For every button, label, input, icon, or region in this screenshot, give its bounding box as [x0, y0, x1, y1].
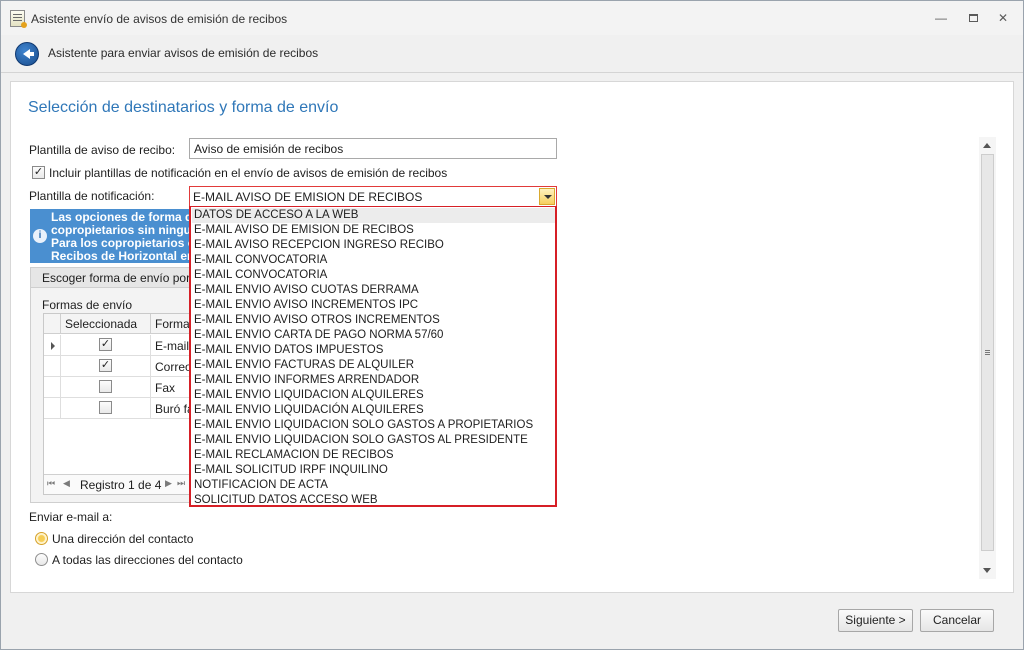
selection-cell: ✓ — [61, 356, 151, 377]
dropdown-option[interactable]: E-MAIL ENVIO LIQUIDACION ALQUILERES — [192, 388, 555, 403]
dropdown-option[interactable]: E-MAIL ENVIO LIQUIDACION SOLO GASTOS AL … — [192, 433, 555, 448]
group-header: Escoger forma de envío por de — [31, 268, 189, 288]
dropdown-option[interactable]: E-MAIL AVISO RECEPCION INGRESO RECIBO — [192, 238, 555, 253]
column-header-forma[interactable]: Forma d — [151, 314, 190, 334]
back-arrow-icon[interactable] — [15, 42, 39, 66]
wizard-header: Asistente para enviar avisos de emisión … — [1, 35, 1023, 73]
next-record-icon[interactable]: ▶ — [165, 478, 172, 489]
enviar-email-label: Enviar e-mail a: — [29, 510, 113, 524]
plantilla-aviso-input[interactable]: Aviso de emisión de recibos — [189, 138, 557, 159]
row-indicator — [44, 356, 61, 377]
minimize-button[interactable]: — — [932, 9, 950, 27]
row-selected-checkbox[interactable]: ✓ — [99, 359, 112, 372]
selection-cell: ✓ — [61, 377, 151, 398]
table-row[interactable]: ✓ E-mail — [44, 335, 190, 356]
info-line: Para los copropietarios c — [51, 236, 190, 250]
dropdown-option[interactable]: E-MAIL ENVIO AVISO INCREMENTOS IPC — [192, 298, 555, 313]
incluir-plantillas-label: Incluir plantillas de notificación en el… — [49, 166, 448, 180]
radio-todas-direcciones-label: A todas las direcciones del contacto — [52, 553, 243, 567]
grid-indicator-header — [44, 314, 61, 334]
wizard-page: Selección de destinatarios y forma de en… — [10, 81, 1014, 593]
plantilla-dropdown-list: DATOS DE ACCESO A LA WEB E-MAIL AVISO DE … — [189, 206, 557, 507]
column-header-seleccionada[interactable]: Seleccionada — [61, 314, 151, 334]
dropdown-option[interactable]: E-MAIL CONVOCATORIA — [192, 268, 555, 283]
wizard-title: Asistente para enviar avisos de emisión … — [48, 46, 319, 60]
first-record-icon[interactable]: ⏮ — [47, 478, 55, 489]
radio-todas-direcciones[interactable] — [35, 553, 48, 566]
info-icon: i — [33, 229, 47, 243]
row-indicator-icon — [44, 335, 61, 356]
table-row[interactable]: ✓ Correo — [44, 356, 190, 377]
dropdown-option[interactable]: E-MAIL ENVIO LIQUIDACIÓN ALQUILERES — [192, 403, 555, 418]
info-line: Recibos de Horizontal en — [51, 249, 190, 263]
maximize-icon — [968, 14, 978, 22]
dropdown-option[interactable]: E-MAIL ENVIO DATOS IMPUESTOS — [192, 343, 555, 358]
grid-header-row: Seleccionada Forma d — [44, 314, 190, 334]
dropdown-option[interactable]: DATOS DE ACCESO A LA WEB — [192, 208, 555, 223]
last-record-icon[interactable]: ⏭ — [177, 478, 185, 489]
dropdown-option[interactable]: NOTIFICACION DE ACTA — [192, 478, 555, 493]
group-header-label: Escoger forma de envío por de — [42, 271, 190, 285]
dropdown-option[interactable]: E-MAIL AVISO DE EMISION DE RECIBOS — [192, 223, 555, 238]
cancel-button[interactable]: Cancelar — [920, 609, 994, 632]
column-header-label: Forma d — [155, 317, 190, 331]
column-header-label: Seleccionada — [65, 317, 138, 331]
window-title: Asistente envío de avisos de emisión de … — [31, 12, 288, 26]
maximize-button[interactable] — [964, 9, 982, 27]
row-selected-checkbox[interactable]: ✓ — [99, 380, 112, 393]
dropdown-option[interactable]: E-MAIL RECLAMACION DE RECIBOS — [192, 448, 555, 463]
dropdown-option[interactable]: E-MAIL ENVIO LIQUIDACION SOLO GASTOS A P… — [192, 418, 555, 433]
dropdown-option[interactable]: E-MAIL ENVIO FACTURAS DE ALQUILER — [192, 358, 555, 373]
plantilla-notificacion-combo[interactable]: E-MAIL AVISO DE EMISION DE RECIBOS — [189, 186, 557, 207]
row-indicator — [44, 377, 61, 398]
plantilla-aviso-label: Plantilla de aviso de recibo: — [29, 143, 176, 157]
forma-envio-name: E-mail — [155, 339, 190, 353]
selection-cell: ✓ — [61, 335, 151, 356]
scroll-up-icon[interactable] — [979, 137, 996, 154]
close-button[interactable]: ✕ — [994, 9, 1012, 27]
selection-cell: ✓ — [61, 398, 151, 419]
dropdown-option[interactable]: E-MAIL ENVIO INFORMES ARRENDADOR — [192, 373, 555, 388]
incluir-plantillas-checkbox[interactable]: ✓ — [32, 166, 45, 179]
forma-envio-name: Correo — [155, 360, 190, 374]
scroll-thumb[interactable] — [981, 154, 994, 551]
info-banner: i Las opciones de forma d copropietarios… — [30, 209, 190, 263]
forma-envio-name: Buró fax — [155, 402, 189, 416]
record-navigator: ⏮ ◀ Registro 1 de 4 ▶ ⏭ — [44, 474, 189, 494]
app-document-icon — [10, 10, 27, 28]
wizard-window: Asistente envío de avisos de emisión de … — [0, 0, 1024, 650]
record-counter: Registro 1 de 4 — [80, 478, 162, 492]
dropdown-option[interactable]: SOLICITUD DATOS ACCESO WEB — [192, 493, 555, 508]
formas-envio-label: Formas de envío — [42, 298, 133, 312]
info-line: Las opciones de forma d — [51, 210, 190, 224]
dropdown-option[interactable]: E-MAIL ENVIO CARTA DE PAGO NORMA 57/60 — [192, 328, 555, 343]
table-row[interactable]: ✓ Fax — [44, 377, 189, 398]
formas-envio-grid: Seleccionada Forma d ✓ E-mail ✓ Correo ✓… — [43, 313, 190, 495]
info-line: copropietarios sin ningu — [51, 223, 190, 237]
plantilla-notificacion-label: Plantilla de notificación: — [29, 189, 155, 203]
dropdown-arrow-icon[interactable] — [539, 188, 555, 205]
vertical-scrollbar[interactable] — [979, 137, 996, 579]
prev-record-icon[interactable]: ◀ — [63, 478, 70, 489]
table-row[interactable]: ✓ Buró fax — [44, 398, 189, 419]
title-bar: Asistente envío de avisos de emisión de … — [1, 1, 1023, 35]
dropdown-option[interactable]: E-MAIL ENVIO AVISO CUOTAS DERRAMA — [192, 283, 555, 298]
forma-envio-group: Escoger forma de envío por de Formas de … — [30, 267, 190, 503]
dropdown-option[interactable]: E-MAIL ENVIO AVISO OTROS INCREMENTOS — [192, 313, 555, 328]
section-title: Selección de destinatarios y forma de en… — [28, 99, 339, 116]
dropdown-option[interactable]: E-MAIL SOLICITUD IRPF INQUILINO — [192, 463, 555, 478]
row-selected-checkbox[interactable]: ✓ — [99, 401, 112, 414]
radio-una-direccion-label: Una dirección del contacto — [52, 532, 194, 546]
next-button[interactable]: Siguiente > — [838, 609, 913, 632]
combo-selected-value: E-MAIL AVISO DE EMISION DE RECIBOS — [193, 190, 423, 204]
radio-una-direccion[interactable] — [35, 532, 48, 545]
row-indicator — [44, 398, 61, 419]
scroll-down-icon[interactable] — [979, 562, 996, 579]
row-selected-checkbox[interactable]: ✓ — [99, 338, 112, 351]
forma-envio-name: Fax — [155, 381, 176, 395]
dropdown-option[interactable]: E-MAIL CONVOCATORIA — [192, 253, 555, 268]
